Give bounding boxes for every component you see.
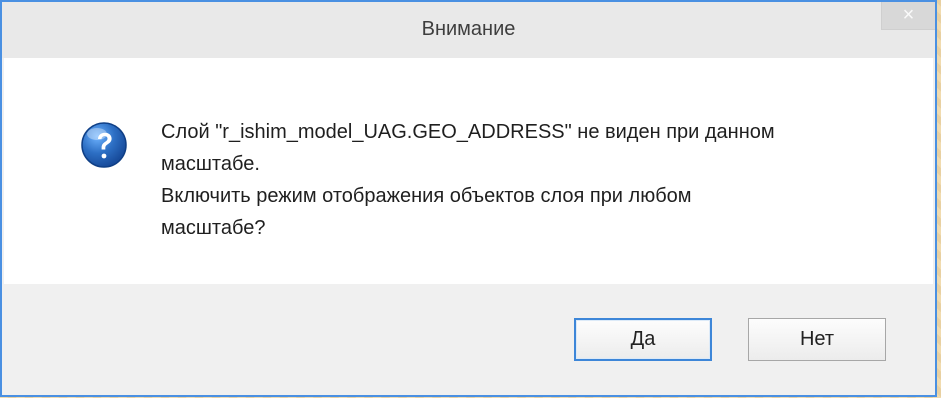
dialog-message: Слой "r_ishim_model_UAG.GEO_ADDRESS" не …: [161, 121, 775, 239]
dialog-footer: Да Нет: [4, 284, 933, 395]
no-button[interactable]: Нет: [748, 318, 886, 361]
question-icon: [80, 121, 128, 169]
dialog-content: Слой "r_ishim_model_UAG.GEO_ADDRESS" не …: [4, 58, 933, 284]
confirmation-dialog: Внимание × Слой "r_ishim_model_UAG.GEO_A…: [0, 0, 937, 397]
close-icon: ×: [902, 4, 915, 26]
dialog-title: Внимание: [421, 18, 516, 40]
close-button[interactable]: ×: [881, 2, 935, 30]
yes-button[interactable]: Да: [574, 318, 712, 361]
dialog-titlebar[interactable]: Внимание ×: [2, 2, 935, 58]
